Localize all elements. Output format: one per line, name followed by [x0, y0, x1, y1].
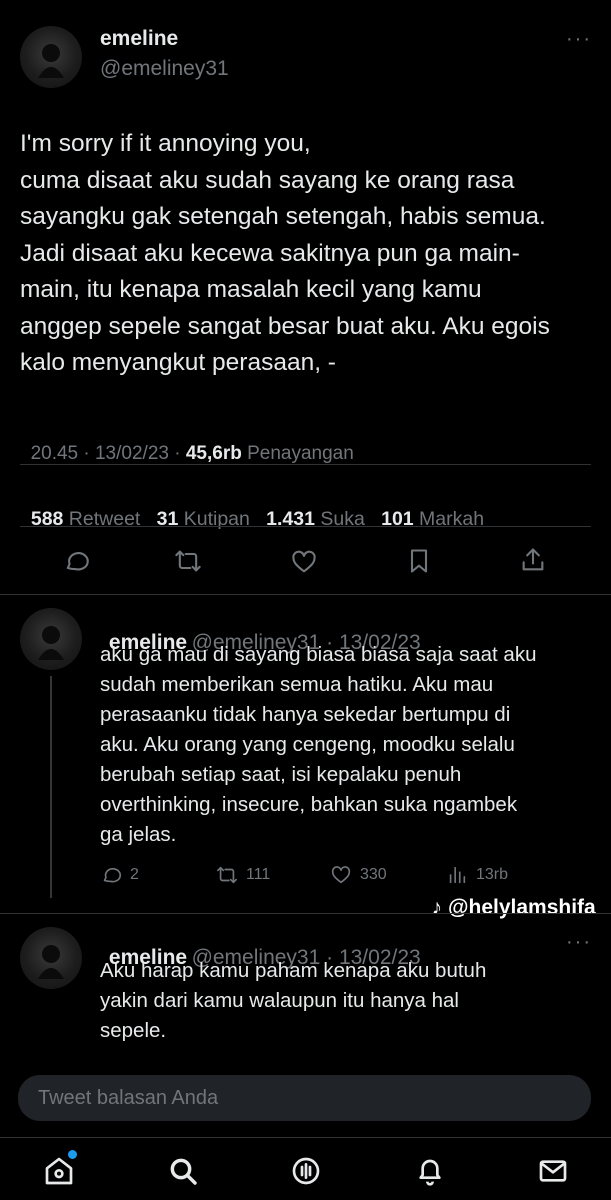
share-icon — [522, 548, 544, 571]
heart-icon — [331, 866, 351, 884]
retweet-icon — [175, 550, 201, 572]
reply-avatar[interactable] — [20, 927, 82, 989]
retweet-button[interactable] — [174, 547, 202, 580]
tweet-timestamp[interactable]: 20.45 · 13/02/23 · — [31, 443, 186, 464]
retweet-count-button[interactable]: 111 — [216, 864, 270, 886]
nav-messages[interactable] — [537, 1155, 569, 1192]
reply-text: Aku harap kamu paham kenapa aku butuh ya… — [100, 959, 487, 1042]
like-count-button[interactable]: 330 — [330, 864, 387, 886]
nav-home[interactable] — [43, 1155, 75, 1192]
more-options-icon[interactable]: ··· — [566, 29, 592, 49]
divider — [20, 464, 591, 465]
more-options-icon[interactable]: ··· — [566, 932, 592, 952]
nav-search[interactable] — [167, 1155, 199, 1192]
like-count: 330 — [360, 866, 387, 883]
divider — [0, 1137, 611, 1138]
like-button[interactable] — [290, 548, 318, 581]
home-icon — [45, 1157, 73, 1185]
divider — [20, 526, 591, 527]
notification-dot — [68, 1150, 77, 1159]
reply-input[interactable]: Tweet balasan Anda — [18, 1075, 591, 1121]
retweet-icon — [217, 866, 237, 884]
tiktok-icon: ♪ — [431, 896, 443, 919]
reply-count: 2 — [130, 866, 139, 883]
heart-icon — [292, 550, 316, 573]
tweet-stats: 588 Retweet 31 Kutipan 1.431 Suka 101 Ma… — [20, 485, 484, 531]
views-count: 45,6rb — [185, 443, 242, 464]
share-button[interactable] — [519, 546, 547, 579]
notifications-icon — [419, 1159, 441, 1186]
divider — [0, 913, 611, 914]
spaces-icon — [292, 1157, 320, 1185]
views-label: Penayangan — [241, 443, 354, 464]
watermark-text: @helylamshifa — [448, 896, 596, 919]
thread-line — [50, 676, 52, 898]
divider — [0, 594, 611, 595]
search-icon — [170, 1158, 197, 1185]
reply-input-placeholder: Tweet balasan Anda — [38, 1087, 219, 1109]
reply-icon — [103, 868, 122, 883]
author-name[interactable]: emeline — [100, 27, 178, 51]
bookmark-button[interactable] — [405, 547, 433, 580]
tweet-meta: 20.45 · 13/02/23 · 45,6rb Penayangan — [20, 421, 354, 465]
reply-count-button[interactable]: 2 — [100, 864, 139, 886]
bookmark-icon — [410, 549, 428, 573]
nav-notifications[interactable] — [414, 1155, 446, 1192]
reply-icon — [66, 552, 89, 571]
messages-icon — [539, 1160, 567, 1182]
nav-spaces[interactable] — [290, 1155, 322, 1192]
reply-avatar[interactable] — [20, 608, 82, 670]
avatar[interactable] — [20, 26, 82, 88]
tweet-text: I'm sorry if it annoying you, cuma disaa… — [20, 130, 550, 376]
author-handle[interactable]: @emeliney31 — [100, 57, 229, 81]
reply-text: aku ga mau di sayang biasa biasa saja sa… — [100, 643, 537, 846]
reply-button[interactable] — [62, 547, 90, 580]
retweet-count: 111 — [246, 866, 271, 883]
